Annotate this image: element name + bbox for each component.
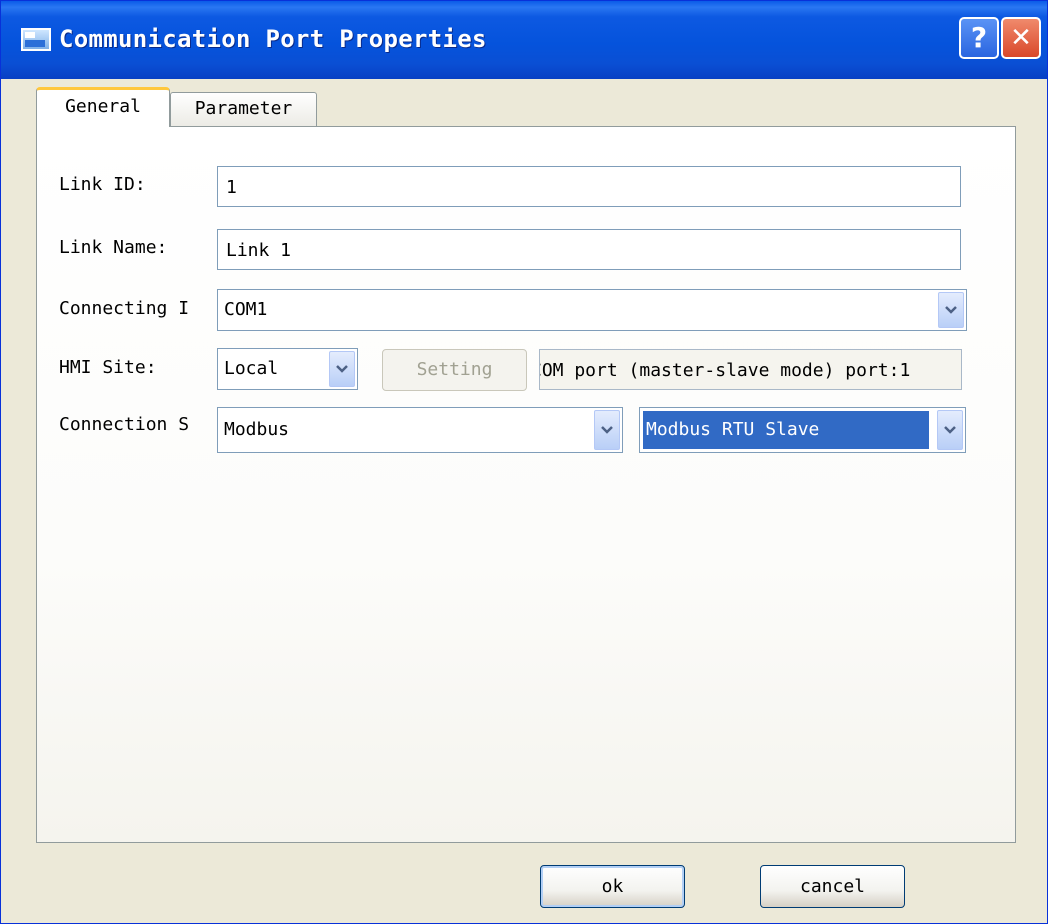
chevron-down-icon <box>945 306 957 314</box>
hmi-site-value: Local <box>224 358 279 379</box>
connecting-interface-dropdown-button[interactable] <box>938 292 964 328</box>
port-info-field: COM port (master-slave mode) port:1 <box>539 349 962 390</box>
dialog-window: Communication Port Properties ? ✕ Parame… <box>0 0 1048 924</box>
link-id-label: Link ID: <box>59 174 146 195</box>
driver-select[interactable]: Modbus RTU Slave <box>639 407 966 453</box>
close-button[interactable]: ✕ <box>1001 17 1041 59</box>
driver-value: Modbus RTU Slave <box>643 411 929 449</box>
connecting-interface-label: Connecting I <box>59 298 190 319</box>
protocol-value: Modbus <box>224 419 290 440</box>
chevron-down-icon <box>336 365 348 373</box>
connection-service-label: Connection S <box>59 414 190 435</box>
close-icon: ✕ <box>1010 23 1032 53</box>
help-button[interactable]: ? <box>959 17 999 59</box>
connecting-interface-select[interactable]: COM1 <box>217 289 967 331</box>
link-id-field[interactable]: 1 <box>217 166 961 207</box>
window-title: Communication Port Properties <box>59 25 487 53</box>
chevron-down-icon <box>601 426 613 434</box>
tab-general[interactable]: General <box>36 87 170 127</box>
link-name-label: Link Name: <box>59 237 168 258</box>
hmi-site-select[interactable]: Local <box>217 348 358 390</box>
hmi-site-dropdown-button[interactable] <box>329 351 355 387</box>
driver-dropdown-button[interactable] <box>937 410 963 450</box>
hmi-site-label: HMI Site: <box>59 357 157 378</box>
setting-button[interactable]: Setting <box>382 349 527 391</box>
chevron-down-icon <box>944 426 956 434</box>
app-icon <box>21 28 51 51</box>
link-name-field[interactable]: Link 1 <box>217 229 961 270</box>
ok-button[interactable]: ok <box>540 865 685 908</box>
connecting-interface-value: COM1 <box>224 299 268 320</box>
tab-parameter[interactable]: Parameter <box>170 92 317 126</box>
protocol-dropdown-button[interactable] <box>594 410 620 450</box>
protocol-select[interactable]: Modbus <box>217 407 623 453</box>
title-bar[interactable]: Communication Port Properties ? ✕ <box>1 1 1047 79</box>
cancel-button[interactable]: cancel <box>760 865 905 908</box>
help-icon: ? <box>970 21 988 54</box>
